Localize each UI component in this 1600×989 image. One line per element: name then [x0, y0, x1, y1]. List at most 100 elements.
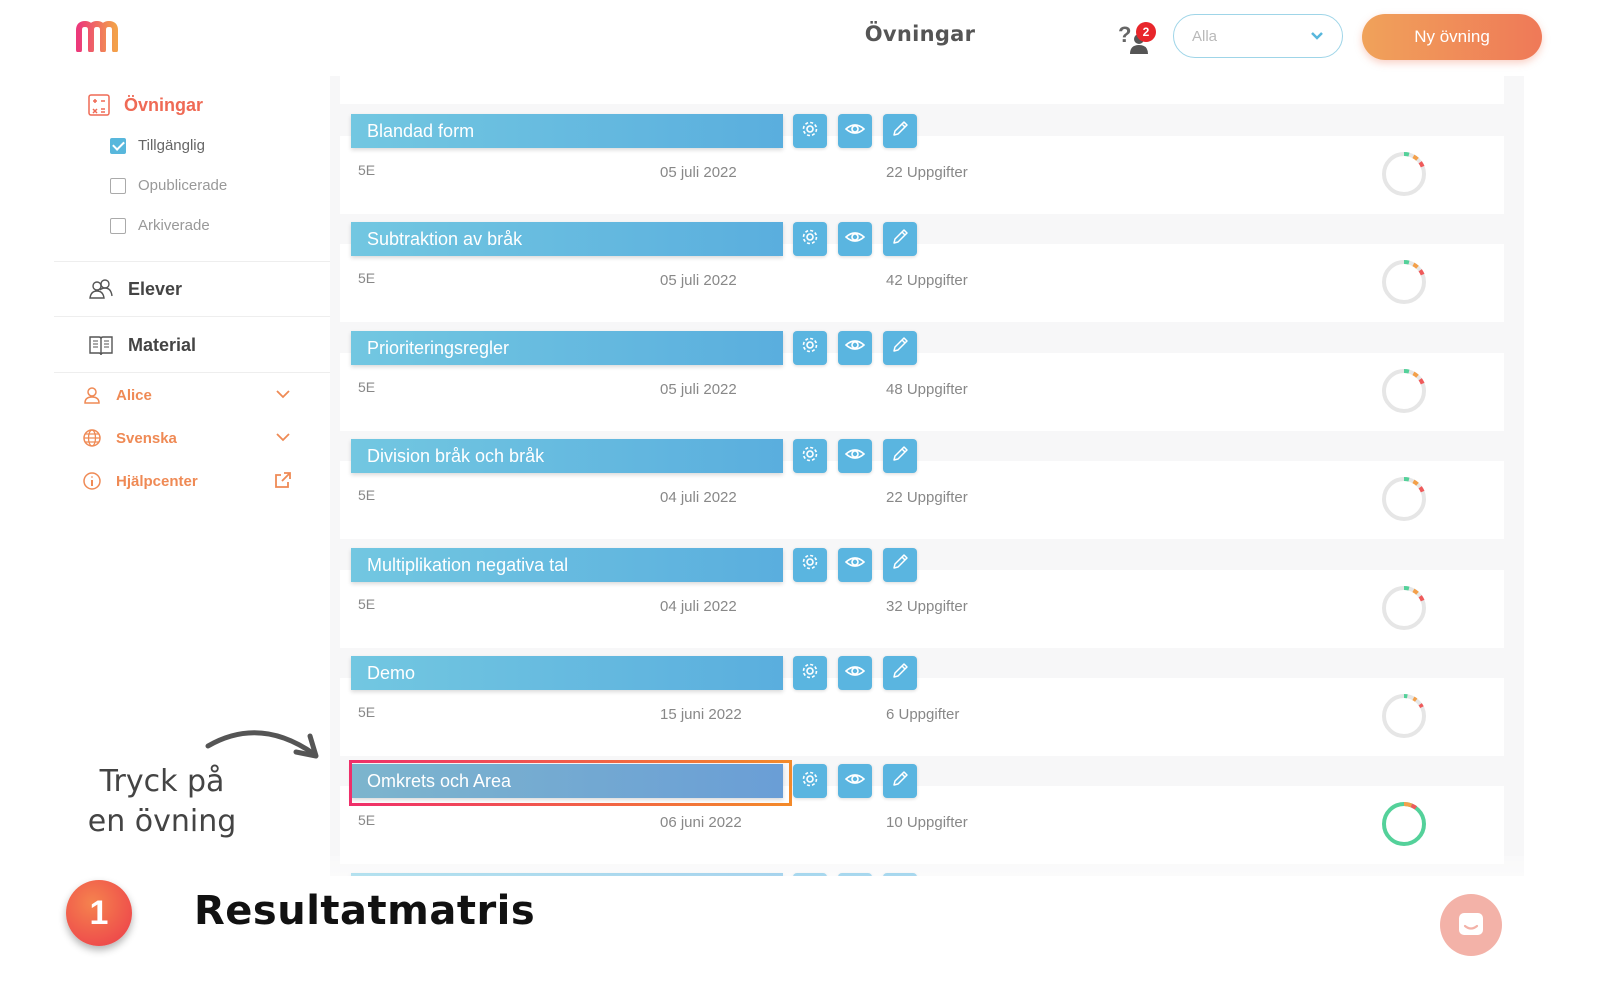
exercise-date: 05 juli 2022 [660, 380, 737, 398]
sidebar-item-material[interactable]: Material [88, 332, 196, 358]
edit-button[interactable] [883, 439, 917, 474]
app-logo[interactable] [76, 20, 122, 52]
filter-available[interactable]: Tillgänglig [110, 137, 205, 154]
exercise-task-count: 22 Uppgifter [886, 164, 968, 181]
gear-icon [800, 552, 820, 577]
annotation-line: en övning [87, 804, 237, 839]
filter-value: Alla [1192, 27, 1218, 45]
exercise-list: Blandad form 5E 05 juli 2022 22 Uppgifter S… [330, 76, 1524, 876]
exercise-row: Prioriteringsregler 5E 05 juli 2022 48 Uppg… [330, 330, 1524, 439]
exercise-row: Subtraktion av bråk 5E 05 juli 2022 42 Uppg… [330, 222, 1524, 330]
eye-icon [844, 552, 866, 577]
user-menu[interactable]: Alice [82, 385, 292, 405]
exercise-row: Demo 5E 15 juni 2022 6 Uppgifter [330, 656, 1524, 764]
exercise-title-button[interactable]: Prioriteringsregler [351, 330, 783, 365]
exercise-title-button[interactable]: Omkrets och Area [351, 764, 783, 799]
language-name: Svenska [116, 429, 177, 447]
language-menu[interactable]: Svenska [82, 428, 292, 448]
eye-icon [844, 119, 866, 144]
edit-button[interactable] [883, 656, 917, 690]
filter-label: Tillgänglig [138, 137, 205, 154]
settings-button[interactable] [793, 330, 827, 365]
help-button[interactable]: ? 2 [1118, 22, 1158, 56]
preview-button[interactable] [838, 330, 872, 365]
eye-icon [844, 661, 866, 686]
class-filter-select[interactable]: Alla [1173, 14, 1343, 58]
edit-button[interactable] [883, 114, 917, 148]
pencil-icon [890, 227, 910, 252]
exercise-title-button[interactable]: Division bråk och bråk [351, 439, 783, 474]
filter-archived[interactable]: Arkiverade [110, 217, 210, 234]
settings-button[interactable] [793, 872, 827, 876]
book-icon [89, 336, 113, 356]
settings-button[interactable] [793, 656, 827, 690]
settings-button[interactable] [793, 114, 827, 148]
exercise-date: 05 juli 2022 [660, 272, 737, 290]
edit-button[interactable] [883, 547, 917, 582]
divider [54, 261, 330, 262]
gear-icon [800, 661, 820, 686]
chevron-down-icon [1311, 32, 1323, 40]
preview-button[interactable] [838, 114, 872, 148]
chat-icon [1459, 913, 1483, 935]
notification-badge: 2 [1136, 22, 1156, 42]
exercise-class: 5E [358, 487, 376, 504]
edit-button[interactable] [883, 222, 917, 257]
progress-ring [1382, 585, 1426, 630]
exercise-row: Blandad form 5E 05 juli 2022 22 Uppgifter [330, 114, 1524, 222]
exercise-class: 5E [358, 595, 376, 612]
preview-button[interactable] [838, 547, 872, 582]
preview-button[interactable] [838, 439, 872, 474]
progress-ring [1382, 260, 1426, 305]
preview-button[interactable] [838, 222, 872, 257]
exercise-task-count: 48 Uppgifter [886, 380, 968, 398]
exercise-class: 5E [358, 378, 376, 395]
exercise-date: 04 juli 2022 [660, 597, 737, 615]
sidebar-item-label: Material [128, 334, 197, 355]
step-number-badge: 1 [66, 880, 132, 946]
exercise-title-button[interactable]: Demo [351, 656, 783, 690]
checkbox[interactable] [110, 177, 126, 194]
globe-icon [83, 429, 101, 447]
edit-button[interactable] [883, 764, 917, 799]
chevron-down-icon [276, 433, 290, 442]
help-center-link[interactable]: Hjälpcenter [82, 471, 292, 491]
divider [54, 372, 330, 373]
filter-unpublished[interactable]: Opublicerade [110, 177, 227, 194]
sidebar-item-exercises[interactable]: Övningar [88, 94, 203, 116]
preview-button[interactable] [838, 656, 872, 690]
info-icon [83, 472, 101, 490]
pencil-icon [890, 444, 910, 469]
exercise-title-button[interactable]: Addition 1 till 9 [351, 872, 783, 876]
edit-button[interactable] [883, 872, 917, 876]
checkbox[interactable] [110, 137, 126, 154]
preview-button[interactable] [838, 872, 872, 876]
progress-ring [1382, 694, 1426, 738]
exercise-task-count: 6 Uppgifter [886, 706, 960, 723]
sidebar-item-students[interactable]: Elever [88, 276, 182, 302]
settings-button[interactable] [793, 547, 827, 582]
annotation-line: Tryck på [99, 764, 225, 799]
new-exercise-button[interactable]: Ny övning [1362, 14, 1542, 60]
chat-button[interactable] [1440, 894, 1502, 956]
exercise-title-button[interactable]: Multiplikation negativa tal [351, 547, 783, 582]
settings-button[interactable] [793, 222, 827, 257]
preview-button[interactable] [838, 764, 872, 799]
page-title: Övningar [864, 22, 976, 46]
progress-ring [1382, 368, 1426, 413]
list-item [340, 76, 1504, 104]
exercise-date: 05 juli 2022 [660, 164, 737, 181]
filter-label: Arkiverade [138, 217, 210, 234]
exercise-title-button[interactable]: Subtraktion av bråk [351, 222, 783, 257]
checkbox[interactable] [110, 217, 126, 234]
gear-icon [800, 335, 820, 360]
settings-button[interactable] [793, 439, 827, 474]
divider [54, 316, 330, 317]
exercise-title-button[interactable]: Blandad form [351, 114, 783, 148]
external-link-icon [275, 472, 291, 488]
edit-button[interactable] [883, 330, 917, 365]
exercise-sheet-icon [88, 94, 110, 116]
exercise-date: 06 juni 2022 [660, 814, 742, 832]
pencil-icon [890, 552, 910, 577]
settings-button[interactable] [793, 764, 827, 799]
